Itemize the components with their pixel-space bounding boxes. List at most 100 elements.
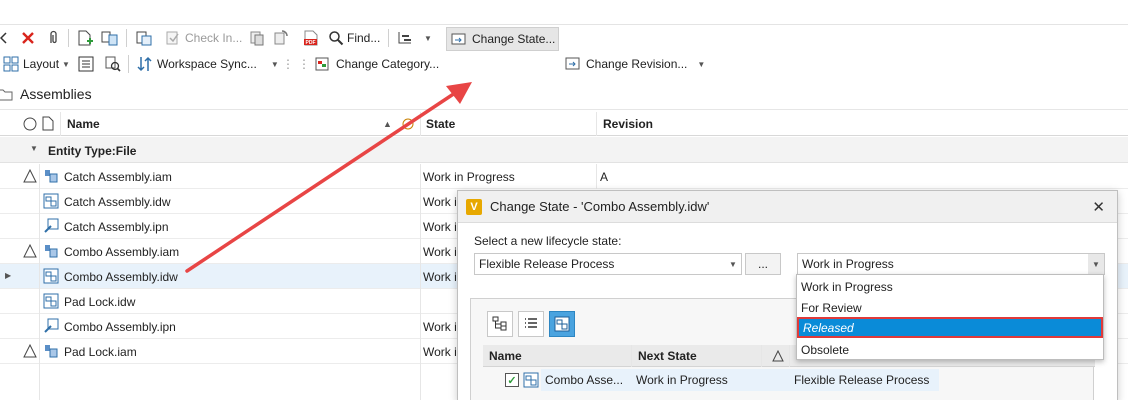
check-in-button[interactable]: Check In... [164,26,242,50]
change-category-button[interactable]: Change Category... [314,52,439,76]
row-pointer-icon: ▶ [5,271,12,280]
row-checkbox[interactable]: ✓ [505,373,519,387]
chevron-down-icon: ▼ [1088,254,1104,274]
separator [128,55,129,73]
drawing-icon [523,372,539,388]
tree-view-button[interactable] [487,311,513,337]
preview-next-state-header[interactable]: Next State [638,349,697,363]
list-view-icon[interactable] [78,52,94,76]
browse-button[interactable]: ... [745,253,781,275]
state-column-header[interactable]: State [426,117,455,131]
row-name: Pad Lock.idw [64,295,136,309]
option-work-in-progress[interactable]: Work in Progress [797,276,1103,297]
dialog-title-bar[interactable]: V Change State - 'Combo Assembly.idw' ✕ [458,191,1117,223]
bom-dropdown-button[interactable]: ▼ [396,26,432,50]
option-for-review[interactable]: For Review [797,297,1103,318]
warning-triangle-icon [23,344,37,358]
folder-icon [0,89,13,100]
assembly-icon [45,345,58,358]
attach-icon[interactable] [46,26,60,50]
drawing-icon [43,293,59,309]
sort-up-icon[interactable]: ▲ [383,119,392,129]
vault-app-icon: V [466,198,482,215]
row-name: Combo Assembly.idw [64,270,178,284]
preview-name-header[interactable]: Name [489,349,522,363]
row-name: Combo Assembly.ipn [64,320,176,334]
group-row[interactable]: ▼ Entity Type:File [0,137,1128,163]
dialog-title: Change State - 'Combo Assembly.idw' [490,199,710,214]
refresh-icon[interactable] [272,26,290,50]
warning-triangle-icon [772,350,784,362]
check-in-label: Check In... [185,31,243,45]
state-dropdown-list: Work in Progress For Review Released Obs… [796,274,1104,360]
column-divider [596,164,597,189]
overflow-icon[interactable]: ⋮ [282,52,294,76]
assembly-icon [45,170,58,183]
assembly-icon [45,245,58,258]
change-state-button[interactable]: Change State... [446,27,560,51]
collapse-icon[interactable]: ▼ [30,144,38,153]
option-obsolete[interactable]: Obsolete [797,339,1103,360]
change-revision-button[interactable]: Change Revision... ▼ [564,52,705,76]
workspace-sync-label: Workspace Sync... [157,57,257,71]
row-name: Catch Assembly.idw [64,195,171,209]
row-name: Catch Assembly.ipn [64,220,169,234]
folder-title: Assemblies [20,85,92,102]
lifecycle-state-select[interactable]: Work in Progress ▼ [797,253,1105,275]
presentation-icon [44,218,59,233]
option-released[interactable]: Released [797,317,1103,338]
drawing-icon [554,316,570,332]
change-state-label: Change State... [472,32,556,46]
layout-button[interactable]: Layout ▼ [3,52,70,76]
revision-column-header[interactable]: Revision [603,117,653,131]
row-state: Work in Progress [423,170,515,184]
preview-row-name: Combo Asse... [545,373,624,387]
column-divider [420,164,421,400]
preview-row-definition: Flexible Release Process [794,373,930,387]
lifecycle-definition-select[interactable]: Flexible Release Process ▼ [474,253,742,275]
find-label: Find... [347,31,381,45]
browse-label: ... [757,257,768,271]
undo-checkout-icon[interactable] [248,26,266,50]
chevron-down-icon: ▼ [697,59,706,69]
workspace-sync-button[interactable]: Workspace Sync... ▼ [136,52,279,76]
new-file-icon[interactable] [76,26,94,50]
warning-triangle-icon [23,169,37,183]
back-icon[interactable] [0,26,8,50]
separator [388,29,389,47]
copy-design-icon[interactable] [100,26,120,50]
delete-icon[interactable] [20,26,36,50]
list-view-button[interactable] [518,311,544,337]
file-column-icon [42,116,54,131]
chevron-down-icon: ▼ [270,59,279,69]
lifecycle-definition-value: Flexible Release Process [479,257,615,271]
chevron-down-icon: ▼ [729,259,737,269]
group-label: Entity Type:File [48,144,137,158]
find-button[interactable]: Find... [328,26,380,50]
search-files-icon[interactable] [104,52,122,76]
list-view-icon [525,318,537,328]
name-column-header[interactable]: Name [67,117,100,131]
svg-text:PDF: PDF [306,40,316,46]
separator [126,29,127,47]
grid-view-button[interactable] [549,311,575,337]
row-name: Catch Assembly.iam [64,170,172,184]
pdf-icon[interactable]: PDF [302,26,320,50]
lifecycle-state-value: Work in Progress [802,257,894,271]
close-icon[interactable]: ✕ [1092,198,1105,216]
table-row[interactable]: Catch Assembly.iam Work in Progress A [0,164,1128,189]
overflow-icon[interactable]: ⋮ [298,52,310,76]
status-column-icon [23,117,37,131]
preview-table-row[interactable]: ✓ Combo Asse... Work in Progress Flexibl… [483,369,1095,391]
column-divider [39,164,40,400]
toolbar-top [0,0,1128,25]
preview-row-next-state: Work in Progress [636,373,728,387]
grid-header: Name ▲ State Revision [0,112,1128,136]
separator [68,29,69,47]
lifecycle-prompt: Select a new lifecycle state: [474,234,622,248]
layout-label: Layout [23,57,60,71]
drawing-icon [43,268,59,284]
presentation-icon [44,318,59,333]
row-name: Combo Assembly.iam [64,245,180,259]
check-out-icon[interactable] [134,26,154,50]
